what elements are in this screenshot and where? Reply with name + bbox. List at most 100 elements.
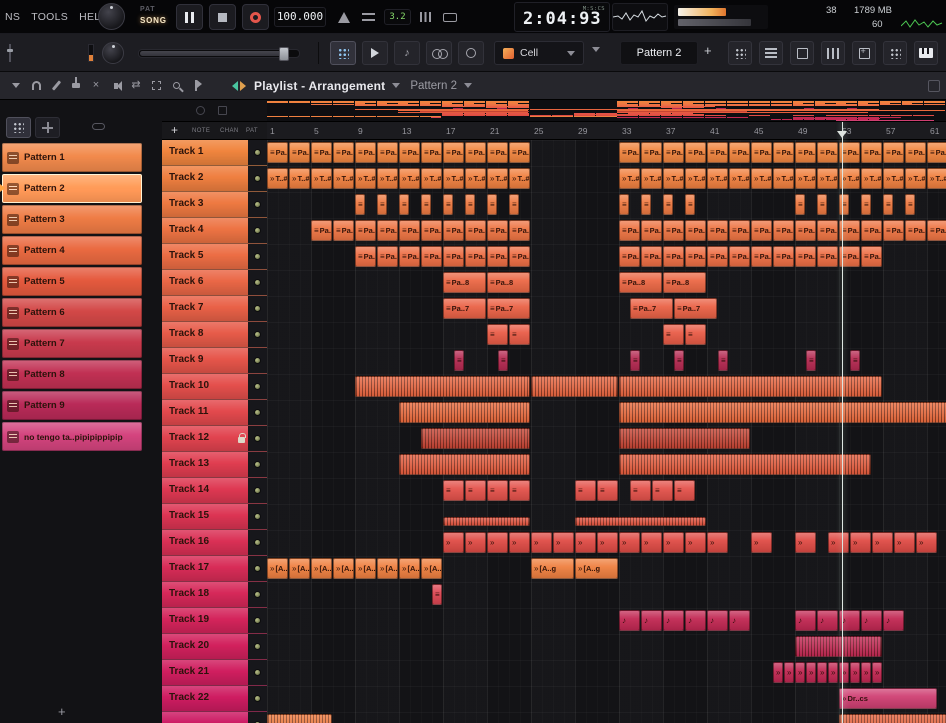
mute-led[interactable] — [254, 175, 261, 182]
playlist-clip[interactable]: » — [531, 532, 552, 553]
playlist-clip[interactable]: ≡Pa..1 — [883, 142, 904, 163]
mixer-button[interactable] — [821, 41, 845, 65]
playlist-clip[interactable]: ≡ — [498, 350, 508, 371]
playlist-clip[interactable]: » — [487, 532, 508, 553]
playlist-clip[interactable]: ≡Pa..1 — [311, 142, 332, 163]
playlist-clip[interactable]: »T..#2 — [729, 168, 750, 189]
playlist-clip[interactable]: ≡Pa..4 — [729, 220, 750, 241]
playlist-clip[interactable]: » — [509, 532, 530, 553]
hint-slider-icon[interactable] — [6, 44, 14, 62]
playlist-clip[interactable]: ≡ Pa..8 — [487, 272, 530, 293]
playlist-minimap[interactable] — [267, 100, 946, 122]
playlist-clip[interactable] — [421, 428, 530, 449]
mute-led[interactable] — [254, 331, 261, 338]
track-header-18[interactable]: Track 18 — [162, 582, 267, 608]
playlist-clip[interactable]: ≡Pa..1 — [509, 142, 530, 163]
playlist-clip[interactable]: » — [751, 532, 772, 553]
playlist-clip[interactable]: » Dr..cs — [839, 688, 937, 709]
playlist-clip[interactable]: »T..#2 — [355, 168, 376, 189]
playlist-clip[interactable]: ≡ Pa..8 — [443, 272, 486, 293]
picker-pattern-6[interactable]: Pattern 6 — [2, 298, 142, 327]
playlist-clip[interactable]: »T..#2 — [399, 168, 420, 189]
playlist-clip[interactable]: ≡Pa..1 — [795, 142, 816, 163]
playlist-clip[interactable]: ≡Pa..5 — [817, 246, 838, 267]
playlist-clip[interactable]: » — [465, 532, 486, 553]
playlist-clip[interactable]: ≡Pa..1 — [729, 142, 750, 163]
track-header-10[interactable]: Track 10 — [162, 374, 267, 400]
cell-tool-dropdown[interactable]: Cell — [494, 41, 584, 65]
playlist-clip[interactable]: ≡Pa..1 — [421, 142, 442, 163]
playlist-clip[interactable]: ≡Pa..4 — [861, 220, 882, 241]
playlist-clip[interactable]: » — [685, 532, 706, 553]
playlist-clip[interactable]: » — [850, 662, 860, 683]
track-header-6[interactable]: Track 6 — [162, 270, 267, 296]
stamp-tool-button[interactable] — [458, 41, 484, 65]
playlist-clip[interactable]: ≡Pa..1 — [487, 142, 508, 163]
playlist-clip[interactable]: ≡ — [355, 194, 365, 215]
playlist-clip[interactable]: ≡Pa..1 — [817, 142, 838, 163]
playlist-clip[interactable]: »T..#2 — [487, 168, 508, 189]
playlist-clip[interactable]: ≡Pa..5 — [619, 246, 640, 267]
playback-marker-icon[interactable] — [187, 77, 205, 95]
playlist-clip[interactable] — [839, 714, 946, 723]
playlist-clip[interactable]: ≡ — [630, 350, 640, 371]
playlist-clip[interactable]: » — [872, 662, 882, 683]
playlist-menu-icon[interactable] — [7, 77, 25, 95]
pattern-list[interactable]: Pattern 1 Pattern 2 Pattern 3 Pattern 4 Patt… — [0, 143, 142, 453]
playlist-clip[interactable]: ≡ Pa..7 — [630, 298, 673, 319]
playlist-clip[interactable]: »T..#2 — [927, 168, 946, 189]
playlist-clip[interactable]: ≡Pa..5 — [377, 246, 398, 267]
playlist-clip[interactable]: ≡ — [509, 324, 530, 345]
track-group-icon[interactable] — [218, 106, 227, 115]
playlist-clip[interactable] — [795, 636, 882, 657]
playlist-clip[interactable]: »T..#2 — [905, 168, 926, 189]
track-header-5[interactable]: Track 5 — [162, 244, 267, 270]
picker-link-icon[interactable] — [92, 123, 105, 130]
playlist-clip[interactable]: »T..#2 — [289, 168, 310, 189]
playlist-clip[interactable]: ≡Pa..4 — [817, 220, 838, 241]
playlist-clip[interactable]: »T..#2 — [509, 168, 530, 189]
add-track-button[interactable]: + — [171, 123, 178, 137]
mute-led[interactable] — [254, 201, 261, 208]
track-header-8[interactable]: Track 8 — [162, 322, 267, 348]
playlist-clip[interactable] — [619, 454, 871, 475]
slip-icon[interactable]: ⇄ — [127, 77, 145, 95]
step-edit-icon[interactable] — [418, 10, 434, 24]
stop-button[interactable] — [209, 4, 236, 30]
playlist-clip[interactable]: » — [828, 662, 838, 683]
playlist-clip[interactable] — [619, 428, 750, 449]
playlist-clip[interactable]: ≡Pa..1 — [619, 142, 640, 163]
playlist-clip[interactable]: »T..#2 — [773, 168, 794, 189]
playlist-clip[interactable]: »T..#2 — [663, 168, 684, 189]
playlist-clip[interactable]: ≡ — [850, 350, 860, 371]
mute-led[interactable] — [254, 383, 261, 390]
playlist-clip[interactable]: ≡Pa..1 — [685, 142, 706, 163]
playlist-button[interactable] — [728, 41, 752, 65]
playlist-clip[interactable]: ≡ — [806, 350, 816, 371]
mute-led[interactable] — [254, 461, 261, 468]
playlist-clip[interactable] — [399, 454, 530, 475]
playlist-clip[interactable]: ♪ — [685, 610, 706, 631]
playlist-clip[interactable]: » — [553, 532, 574, 553]
playlist-clip[interactable]: »[A..g — [355, 558, 376, 579]
playlist-clip[interactable]: »[A..g — [399, 558, 420, 579]
paint-brush-icon[interactable] — [67, 77, 85, 95]
playlist-clip[interactable]: ♪ — [861, 610, 882, 631]
mute-led[interactable] — [254, 435, 261, 442]
playlist-clip[interactable]: »[A..g — [333, 558, 354, 579]
playlist-clip[interactable]: ≡ — [905, 194, 915, 215]
playlist-clip[interactable] — [531, 376, 618, 397]
playlist-clip[interactable]: ♪ — [641, 610, 662, 631]
playlist-clip[interactable]: ≡ — [663, 324, 684, 345]
playlist-clip[interactable]: »T..#2 — [817, 168, 838, 189]
playlist-clip[interactable]: ≡Pa..4 — [333, 220, 354, 241]
playlist-clip[interactable]: ≡Pa..1 — [905, 142, 926, 163]
playlist-clip[interactable]: »[A..g — [311, 558, 332, 579]
master-volume-slider[interactable] — [138, 47, 300, 61]
delete-icon[interactable]: × — [87, 77, 105, 95]
playlist-clip[interactable]: ≡ Pa..7 — [674, 298, 717, 319]
track-header-23[interactable] — [162, 712, 267, 723]
pat-song-switch[interactable]: PAT SONG — [140, 6, 176, 25]
mute-led[interactable] — [254, 149, 261, 156]
picker-audio-clip[interactable]: no tengo ta..pipipippipip — [2, 422, 142, 451]
